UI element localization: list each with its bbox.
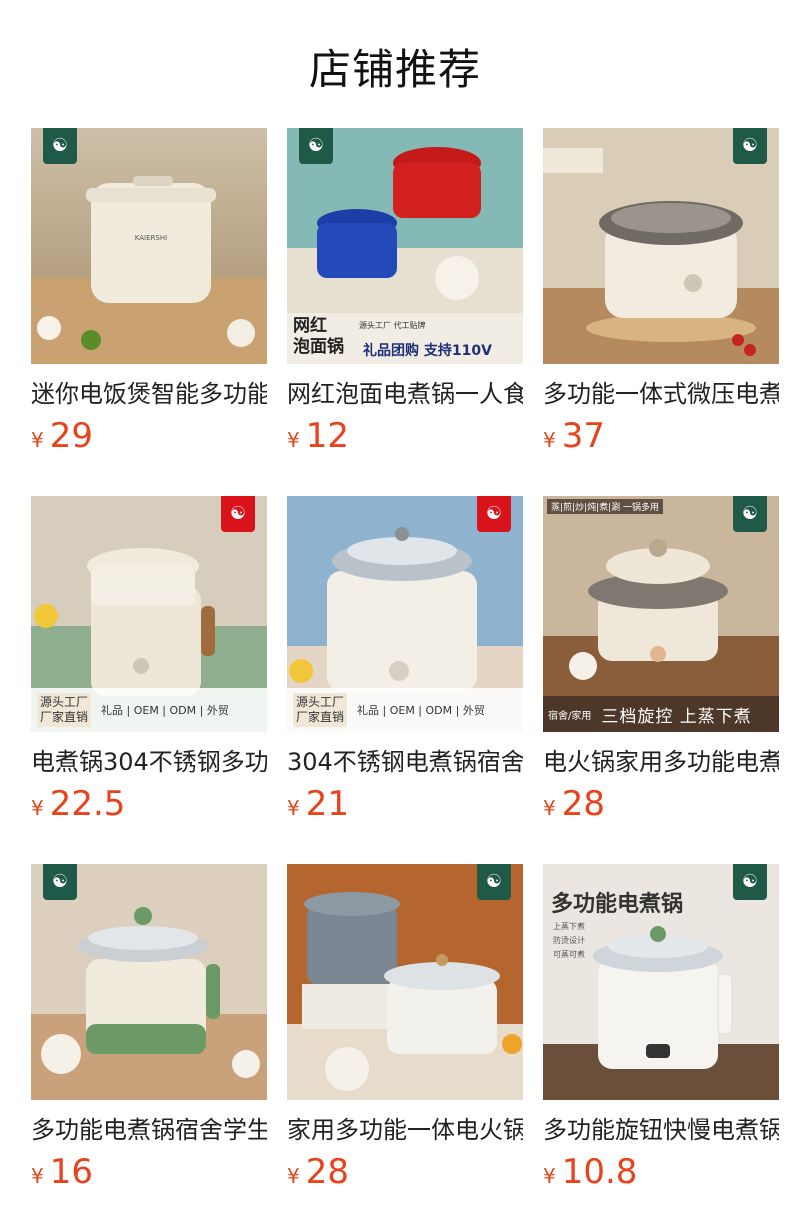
store-logo-icon: ☯ [221, 496, 255, 532]
product-card[interactable]: ☯ 多功能一体式微压电煮锅 ¥37 [543, 128, 779, 496]
product-image[interactable]: 源头工厂 厂家直销 礼品 | OEM | ODM | 外贸 ☯ [31, 496, 267, 732]
product-card[interactable]: 源头工厂 厂家直销 礼品 | OEM | ODM | 外贸 ☯ 304不锈钢电煮… [287, 496, 523, 864]
overlay-small: 宿舍/家用 [548, 710, 592, 722]
product-card[interactable]: 蒸|煎|炒|炖|煮|涮 一锅多用 宿舍/家用 三档旋控 上蒸下煮 ☯ 电火锅家用… [543, 496, 779, 864]
currency-symbol: ¥ [543, 1164, 556, 1188]
product-price: ¥37 [543, 416, 779, 456]
store-logo-icon: ☯ [733, 128, 767, 164]
product-image[interactable]: ☯ [543, 128, 779, 364]
price-value: 29 [49, 416, 93, 456]
product-name[interactable]: 多功能一体式微压电煮锅 [543, 376, 779, 412]
product-card[interactable]: ☯ 多功能电煮锅宿舍学生 ¥16 [31, 864, 267, 1232]
store-logo-icon: ☯ [733, 496, 767, 532]
product-price: ¥21 [287, 784, 523, 824]
price-value: 16 [49, 1152, 93, 1192]
product-name[interactable]: 多功能旋钮快慢电煮锅 [543, 1112, 779, 1148]
price-value: 12 [305, 416, 349, 456]
product-grid: KAIERSHI ☯ 迷你电饭煲智能多功能家用 ¥29 [31, 128, 779, 1232]
overlay-strip: 宿舍/家用 三档旋控 上蒸下煮 [543, 696, 779, 732]
product-image[interactable]: KAIERSHI ☯ [31, 128, 267, 364]
product-name[interactable]: 电煮锅304不锈钢多功能 [31, 744, 267, 780]
product-price: ¥16 [31, 1152, 267, 1192]
product-image[interactable]: 蒸|煎|炒|炖|煮|涮 一锅多用 宿舍/家用 三档旋控 上蒸下煮 ☯ [543, 496, 779, 732]
product-name[interactable]: 电火锅家用多功能电煮锅 [543, 744, 779, 780]
product-image[interactable]: ☯ [287, 864, 523, 1100]
price-value: 21 [305, 784, 349, 824]
overlay-bar: 三档旋控 上蒸下煮 [601, 706, 752, 727]
overlay-heading: 多功能电煮锅 [551, 892, 684, 917]
product-name[interactable]: 家用多功能一体电火锅 [287, 1112, 523, 1148]
overlay-line2: 厂家直销 [40, 710, 89, 724]
currency-symbol: ¥ [543, 796, 556, 820]
overlay-tag: 源头工厂 代工贴牌 [359, 321, 426, 330]
overlay-strip: 源头工厂 厂家直销 礼品 | OEM | ODM | 外贸 [287, 688, 523, 732]
price-value: 37 [561, 416, 605, 456]
product-card[interactable]: KAIERSHI ☯ 迷你电饭煲智能多功能家用 ¥29 [31, 128, 267, 496]
store-logo-icon: ☯ [43, 128, 77, 164]
product-price: ¥28 [287, 1152, 523, 1192]
overlay-bar: 礼品团购 支持110V [363, 343, 492, 359]
currency-symbol: ¥ [31, 428, 44, 452]
overlay-list-item: 防烫设计 [553, 936, 585, 945]
currency-symbol: ¥ [287, 1164, 300, 1188]
product-image[interactable]: 多功能电煮锅 上蒸下煮 防烫设计 可蒸可煮 ☯ [543, 864, 779, 1100]
product-price: ¥10.8 [543, 1152, 779, 1192]
currency-symbol: ¥ [31, 1164, 44, 1188]
svg-text:KAIERSHI: KAIERSHI [135, 234, 167, 242]
product-card[interactable]: 网红 泡面锅 源头工厂 代工贴牌 礼品团购 支持110V ☯ 网红泡面电煮锅一人… [287, 128, 523, 496]
product-name[interactable]: 304不锈钢电煮锅宿舍学生 [287, 744, 523, 780]
page-title: 店铺推荐 [308, 45, 481, 94]
product-card[interactable]: ☯ 家用多功能一体电火锅 ¥28 [287, 864, 523, 1232]
overlay-title-line2: 泡面锅 [293, 337, 344, 357]
product-image[interactable]: 网红 泡面锅 源头工厂 代工贴牌 礼品团购 支持110V ☯ [287, 128, 523, 364]
overlay-line1: 源头工厂 [40, 695, 89, 709]
product-name[interactable]: 迷你电饭煲智能多功能家用 [31, 376, 267, 412]
price-value: 28 [561, 784, 605, 824]
product-price: ¥28 [543, 784, 779, 824]
product-price: ¥12 [287, 416, 523, 456]
overlay-title-line1: 网红 [293, 316, 327, 336]
store-recommendations: 店铺推荐 KAIERSHI ☯ 迷你电饭煲智能多功能家用 [0, 0, 790, 1232]
overlay-top: 蒸|煎|炒|炖|煮|涮 一锅多用 [547, 499, 664, 514]
product-card[interactable]: 多功能电煮锅 上蒸下煮 防烫设计 可蒸可煮 ☯ 多功能旋钮快慢电煮锅 ¥10.8 [543, 864, 779, 1232]
product-name[interactable]: 多功能电煮锅宿舍学生 [31, 1112, 267, 1148]
store-logo-icon: ☯ [43, 864, 77, 900]
price-value: 28 [305, 1152, 349, 1192]
store-logo-icon: ☯ [733, 864, 767, 900]
overlay-strip: 源头工厂 厂家直销 礼品 | OEM | ODM | 外贸 [31, 688, 267, 732]
price-value: 22.5 [49, 784, 126, 824]
product-price: ¥22.5 [31, 784, 267, 824]
overlay-list-item: 上蒸下煮 [553, 922, 585, 931]
currency-symbol: ¥ [543, 428, 556, 452]
store-logo-icon: ☯ [477, 496, 511, 532]
price-value: 10.8 [561, 1152, 638, 1192]
product-image[interactable]: ☯ [31, 864, 267, 1100]
overlay-list-item: 可蒸可煮 [553, 950, 585, 959]
store-logo-icon: ☯ [299, 128, 333, 164]
product-name[interactable]: 网红泡面电煮锅一人食 [287, 376, 523, 412]
overlay-line2: 厂家直销 [296, 710, 345, 724]
overlay-bar: 礼品 | OEM | ODM | 外贸 [101, 704, 229, 717]
store-logo-icon: ☯ [477, 864, 511, 900]
overlay-bar: 礼品 | OEM | ODM | 外贸 [357, 704, 485, 717]
currency-symbol: ¥ [287, 428, 300, 452]
product-card[interactable]: 源头工厂 厂家直销 礼品 | OEM | ODM | 外贸 ☯ 电煮锅304不锈… [31, 496, 267, 864]
product-price: ¥29 [31, 416, 267, 456]
currency-symbol: ¥ [31, 796, 44, 820]
currency-symbol: ¥ [287, 796, 300, 820]
product-image[interactable]: 源头工厂 厂家直销 礼品 | OEM | ODM | 外贸 ☯ [287, 496, 523, 732]
overlay-line1: 源头工厂 [296, 695, 345, 709]
